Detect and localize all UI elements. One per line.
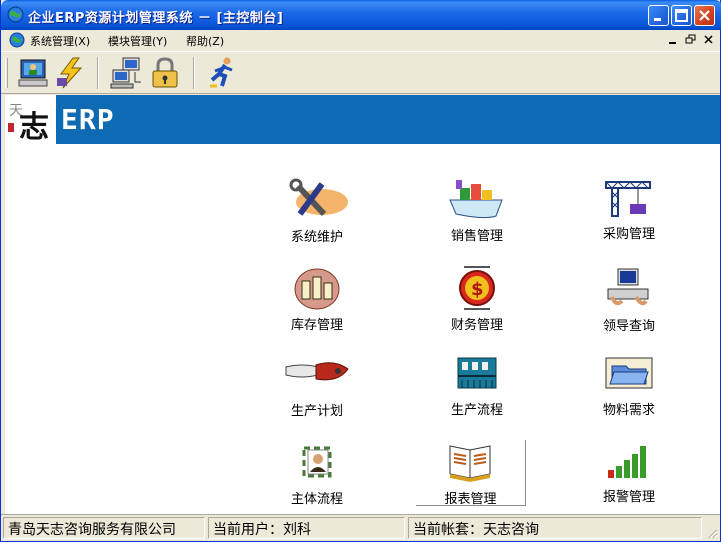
toolbar-button-flash[interactable] — [53, 56, 89, 90]
globe-icon — [9, 32, 25, 48]
running-man-icon — [210, 57, 233, 88]
maximize-button[interactable] — [671, 5, 692, 26]
module-label: 领导查询 — [602, 319, 655, 334]
module-sales[interactable]: 销售管理 — [422, 178, 532, 258]
maximize-icon — [675, 9, 688, 22]
menu-module[interactable]: 模块管理(Y) — [108, 33, 167, 49]
menu-help[interactable]: 帮助(Z) — [186, 33, 224, 49]
module-main-flow[interactable]: 主体流程 — [262, 440, 372, 520]
module-label: 销售管理 — [450, 229, 503, 244]
close-button[interactable] — [694, 5, 715, 26]
lock-icon — [152, 57, 178, 88]
toolbar-separator — [193, 57, 195, 89]
module-inventory[interactable]: 库存管理 — [262, 267, 372, 347]
toolbar-button-network[interactable] — [109, 56, 145, 90]
toolbar — [1, 51, 720, 94]
module-purchasing[interactable]: 采购管理 — [574, 178, 684, 258]
toolbar-button-exit[interactable] — [205, 56, 241, 90]
network-computers-icon — [110, 57, 141, 89]
mdi-minimize-icon[interactable] — [666, 33, 680, 46]
mdi-close-icon[interactable] — [702, 33, 716, 46]
menu-system[interactable]: 系统管理(X) — [30, 33, 90, 49]
module-reports[interactable]: 报表管理 — [416, 440, 526, 507]
signal-bars-icon — [608, 446, 646, 478]
brand-name: ERP — [61, 103, 115, 136]
person-cycle-icon — [302, 446, 332, 478]
module-label: 库存管理 — [290, 318, 343, 333]
cargo-ship-icon — [449, 180, 503, 219]
menu-bar: 系统管理(X) 模块管理(Y) 帮助(Z) — [1, 30, 720, 50]
module-executive-query[interactable]: 领导查询 — [574, 267, 684, 347]
lightning-icon — [57, 57, 83, 89]
module-alarm[interactable]: 报警管理 — [574, 440, 684, 520]
brand-banner: 天 志 ERP — [5, 95, 720, 145]
status-user: 当前用户：刘科 — [208, 517, 405, 539]
app-window: 企业ERP资源计划管理系统 － [主控制台] 系统管理(X) 模块管理(Y) 帮… — [0, 0, 721, 542]
monitor-user-icon — [18, 59, 48, 87]
dollar-coin-icon: $ — [459, 266, 495, 310]
module-label: 主体流程 — [290, 492, 343, 507]
toolbar-grip[interactable] — [5, 58, 8, 88]
module-label: 报表管理 — [444, 492, 497, 507]
crane-icon — [605, 181, 651, 217]
toolbar-button-lock[interactable] — [147, 56, 183, 90]
module-system-maintenance[interactable]: 系统维护 — [262, 178, 372, 258]
module-label: 报警管理 — [602, 490, 655, 505]
window-title: 企业ERP资源计划管理系统 － [主控制台] — [28, 11, 284, 26]
globe-icon — [7, 6, 24, 23]
module-label: 生产计划 — [290, 404, 343, 419]
toolbar-button-user[interactable] — [15, 56, 51, 90]
resize-grip-icon[interactable] — [706, 527, 718, 539]
computer-keyboard-icon — [607, 268, 649, 306]
module-grid: 系统维护 销售管理 采购管理 库存管理 $ 财务管理 领导查询 生产计划 生产流… — [5, 144, 720, 514]
status-bar: 青岛天志咨询服务有限公司 当前用户：刘科 当前帐套：天志咨询 — [1, 514, 720, 541]
open-book-icon — [449, 445, 490, 482]
module-label: 系统维护 — [290, 230, 343, 245]
tools-icon — [289, 178, 348, 217]
module-label: 生产流程 — [450, 403, 503, 418]
logo-mark-icon: 天 志 — [8, 103, 49, 145]
module-production-plan[interactable]: 生产计划 — [262, 353, 372, 433]
factory-icon — [457, 357, 497, 389]
status-company: 青岛天志咨询服务有限公司 — [3, 517, 205, 539]
mdi-restore-icon[interactable] — [684, 33, 698, 46]
module-finance[interactable]: $ 财务管理 — [422, 265, 532, 345]
warehouse-icon — [294, 268, 340, 310]
module-production-flow[interactable]: 生产流程 — [422, 352, 532, 432]
title-bar[interactable]: 企业ERP资源计划管理系统 － [主控制台] — [1, 0, 721, 30]
company-logo: 天 志 — [5, 95, 56, 145]
close-icon — [699, 10, 710, 21]
minimize-icon — [654, 18, 661, 21]
module-label: 物料需求 — [602, 403, 655, 418]
module-label: 采购管理 — [602, 227, 655, 242]
svg-text:$: $ — [471, 279, 484, 300]
module-label: 财务管理 — [450, 318, 503, 333]
status-account: 当前帐套：天志咨询 — [408, 517, 702, 539]
svg-text:志: 志 — [19, 110, 49, 144]
minimize-button[interactable] — [648, 5, 669, 26]
screwdriver-icon — [285, 362, 349, 381]
module-material-requirement[interactable]: 物料需求 — [574, 354, 684, 434]
toolbar-separator — [97, 57, 99, 89]
folder-icon — [605, 357, 653, 389]
